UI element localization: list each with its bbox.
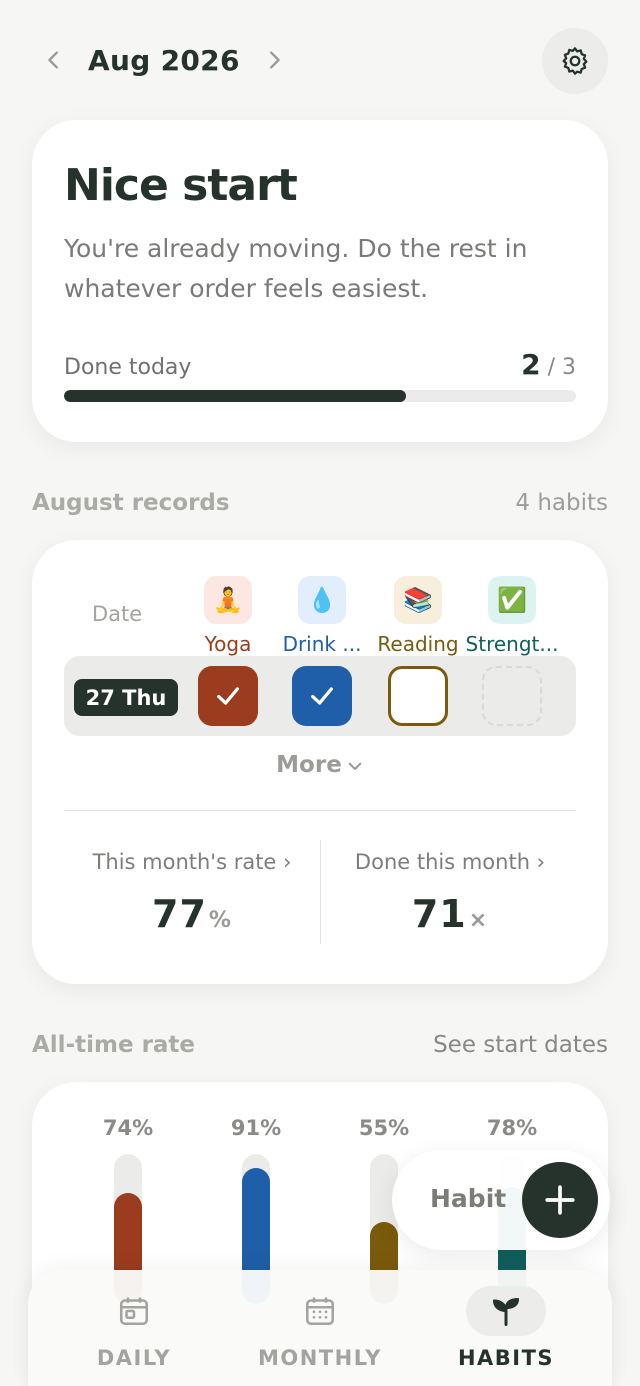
header: Aug 2026 (32, 28, 608, 94)
done-this-month-unit: × (468, 908, 489, 933)
reading-checkbox[interactable] (388, 666, 448, 726)
records-card: Date 🧘 Yoga 💧 Drink ... 📚 Reading ✅ Stre… (32, 540, 608, 984)
divider (320, 840, 321, 944)
done-this-month-stat[interactable]: Done this month › 71× (322, 850, 578, 936)
progress-bar (64, 390, 576, 402)
tab-label: MONTHLY (257, 1346, 383, 1370)
gear-icon (562, 47, 588, 75)
more-label: More (276, 752, 342, 778)
bar-percent: 55% (358, 1116, 410, 1140)
bar-percent: 91% (230, 1116, 282, 1140)
count-separator: / (547, 355, 555, 380)
divider (64, 810, 576, 811)
check-mark-icon: ✅ (488, 576, 536, 624)
month-rate-unit: % (208, 908, 232, 933)
month-rate-value: 77% (152, 892, 232, 936)
total-count: 3 (562, 355, 576, 380)
chevron-down-icon (348, 762, 362, 770)
books-icon: 📚 (394, 576, 442, 624)
date-column-header: Date (92, 602, 143, 626)
bar-percent: 78% (486, 1116, 538, 1140)
done-this-month-value: 71× (411, 892, 489, 936)
previous-month-button[interactable] (32, 38, 76, 82)
summary-title: Nice start (64, 160, 298, 211)
habit-name: Yoga (204, 632, 252, 656)
checkmark-icon (311, 687, 333, 705)
bottom-tab-bar: DAILY MONTHLY HABITS (28, 1270, 612, 1386)
tab-habits[interactable]: HABITS (414, 1286, 598, 1370)
records-section-header: August records 4 habits (32, 490, 608, 516)
progress-bar-fill (64, 390, 406, 402)
more-button[interactable]: More (32, 752, 608, 778)
done-this-month-label: Done this month › (354, 850, 546, 874)
yoga-checkbox[interactable] (198, 666, 258, 726)
row-date: 27 Thu (74, 679, 178, 716)
tab-label: HABITS (457, 1346, 555, 1370)
bar-percent: 74% (102, 1116, 154, 1140)
sprout-icon (466, 1286, 546, 1336)
strength-checkbox[interactable] (482, 666, 542, 726)
water-drop-icon: 💧 (298, 576, 346, 624)
yoga-icon: 🧘 (204, 576, 252, 624)
alltime-section-header: All-time rate See start dates (32, 1032, 608, 1058)
habit-count: 4 habits (515, 490, 608, 516)
add-habit-label: Habit (430, 1184, 507, 1213)
alltime-title: All-time rate (32, 1032, 196, 1058)
habit-column-drink[interactable]: 💧 Drink ... (272, 576, 372, 656)
add-habit-pill[interactable]: Habit (392, 1150, 610, 1250)
progress-label: Done today (64, 355, 192, 380)
calendar-month-icon (280, 1286, 360, 1336)
summary-subtitle: You're already moving. Do the rest in wh… (64, 234, 528, 303)
tab-daily[interactable]: DAILY (42, 1286, 226, 1370)
habit-name: Strengt... (465, 632, 559, 656)
tab-monthly[interactable]: MONTHLY (228, 1286, 412, 1370)
record-row: 27 Thu (64, 656, 576, 736)
month-rate-stat[interactable]: This month's rate › 77% (64, 850, 320, 936)
next-month-button[interactable] (252, 38, 296, 82)
habit-name: Reading (377, 632, 459, 656)
today-summary-card: Nice start You're already moving. Do the… (32, 120, 608, 442)
habit-column-reading[interactable]: 📚 Reading (368, 576, 468, 656)
month-title: Aug 2026 (88, 43, 240, 77)
habit-column-yoga[interactable]: 🧘 Yoga (178, 576, 278, 656)
chevron-right-icon (269, 51, 280, 69)
checkmark-icon (217, 687, 239, 705)
plus-icon (545, 1185, 575, 1215)
add-habit-button[interactable] (522, 1162, 598, 1238)
progress-count: 2 / 3 (521, 348, 576, 381)
habit-column-strength[interactable]: ✅ Strengt... (462, 576, 562, 656)
done-count: 2 (521, 348, 541, 381)
calendar-day-icon (94, 1286, 174, 1336)
month-rate-label: This month's rate › (92, 850, 292, 874)
habit-name: Drink ... (282, 632, 362, 656)
drink-checkbox[interactable] (292, 666, 352, 726)
tab-label: DAILY (96, 1346, 172, 1370)
settings-button[interactable] (542, 28, 608, 94)
see-start-dates-link[interactable]: See start dates (433, 1032, 608, 1058)
progress-row: Done today 2 / 3 (64, 348, 576, 381)
records-title: August records (32, 490, 230, 516)
chevron-left-icon (48, 51, 58, 69)
